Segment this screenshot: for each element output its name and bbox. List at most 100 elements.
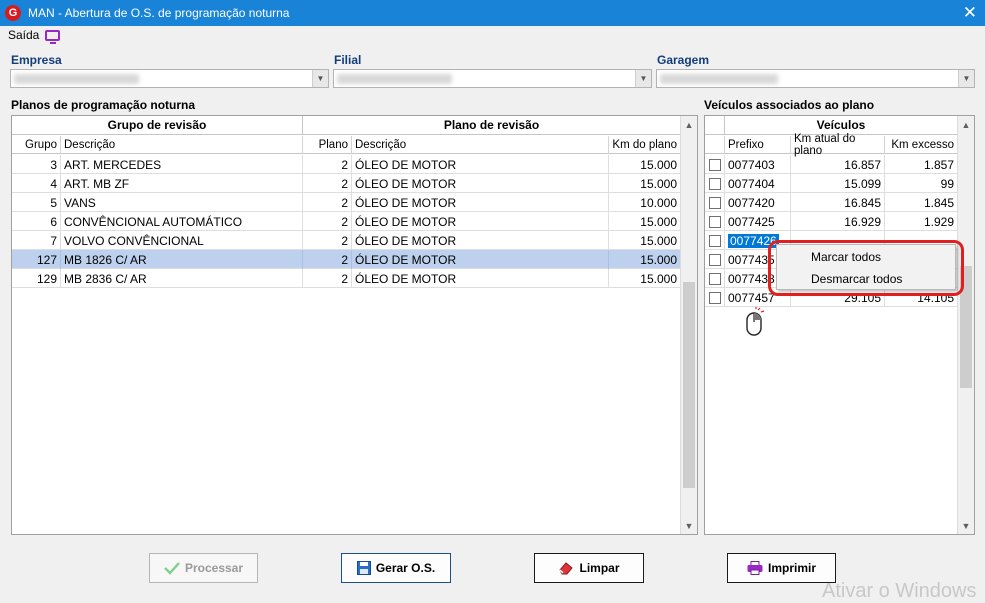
scroll-up-icon[interactable]: ▲: [681, 116, 697, 133]
plans-grid: Grupo de revisão Plano de revisão Grupo …: [11, 115, 698, 535]
table-row[interactable]: 3 ART. MERCEDES 2 ÓLEO DE MOTOR 15.000: [12, 155, 681, 174]
cell-km-excesso: 1.857: [885, 155, 958, 174]
imprimir-button[interactable]: Imprimir: [727, 553, 836, 583]
table-row[interactable]: 5 VANS 2 ÓLEO DE MOTOR 10.000: [12, 193, 681, 212]
cell-checkbox: [705, 250, 725, 269]
col-header-plano-descricao[interactable]: Descrição: [352, 136, 609, 154]
scroll-down-icon[interactable]: ▼: [681, 517, 697, 534]
vehicles-scrollbar[interactable]: ▲ ▼: [957, 116, 974, 534]
table-row[interactable]: 127 MB 1826 C/ AR 2 ÓLEO DE MOTOR 15.000: [12, 250, 681, 269]
chevron-down-icon[interactable]: ▼: [958, 70, 974, 87]
table-row[interactable]: 4 ART. MB ZF 2 ÓLEO DE MOTOR 15.000: [12, 174, 681, 193]
cell-km-plano: 15.000: [609, 231, 681, 250]
limpar-button[interactable]: Limpar: [534, 553, 644, 583]
window-title: MAN - Abertura de O.S. de programação no…: [28, 6, 290, 20]
cell-plano-descricao: ÓLEO DE MOTOR: [352, 269, 609, 288]
monitor-icon[interactable]: [45, 29, 61, 44]
limpar-label: Limpar: [579, 561, 620, 575]
title-bar: G MAN - Abertura de O.S. de programação …: [0, 0, 985, 26]
gerar-os-label: Gerar O.S.: [375, 561, 436, 575]
cell-km-excesso: 1.929: [885, 212, 958, 231]
table-row[interactable]: 0077420 16.845 1.845: [705, 193, 958, 212]
cell-checkbox: [705, 193, 725, 212]
empresa-select[interactable]: ▼: [10, 69, 329, 88]
col-header-prefixo[interactable]: Prefixo: [725, 136, 791, 154]
col-header-km-plano[interactable]: Km do plano: [609, 136, 681, 154]
menu-saida[interactable]: Saída: [8, 28, 39, 42]
filial-value-redacted: [337, 74, 452, 84]
vehicle-checkbox[interactable]: [708, 177, 721, 190]
chevron-down-icon[interactable]: ▼: [635, 70, 651, 87]
table-row[interactable]: 0077404 15.099 99: [705, 174, 958, 193]
vehicle-checkbox[interactable]: [708, 253, 721, 266]
prefixo-value: 0077420: [728, 195, 775, 210]
cell-prefixo: 0077420: [725, 193, 791, 212]
plano-revisao-header: Plano de revisão: [303, 116, 681, 135]
vehicle-checkbox[interactable]: [708, 291, 721, 304]
cell-grupo: 6: [12, 212, 61, 231]
processar-button[interactable]: Processar: [149, 553, 258, 583]
vehicle-checkbox[interactable]: [708, 158, 721, 171]
chevron-down-icon[interactable]: ▼: [312, 70, 328, 87]
filial-select[interactable]: ▼: [333, 69, 652, 88]
col-header-check: [705, 136, 725, 154]
menu-bar: Saída: [0, 26, 985, 44]
cell-km-excesso: 1.845: [885, 193, 958, 212]
garagem-label: Garagem: [657, 53, 710, 67]
prefixo-value: 0077425: [728, 214, 775, 229]
scroll-thumb[interactable]: [683, 282, 695, 488]
close-icon[interactable]: ✕: [963, 3, 977, 23]
processar-label: Processar: [184, 561, 244, 575]
vehicle-checkbox[interactable]: [708, 215, 721, 228]
table-row[interactable]: 129 MB 2836 C/ AR 2 ÓLEO DE MOTOR 15.000: [12, 269, 681, 288]
checkbox-column-header: [705, 116, 725, 135]
app-logo-icon: G: [5, 5, 21, 21]
vehicle-checkbox[interactable]: [708, 196, 721, 209]
vehicle-checkbox[interactable]: [708, 272, 721, 285]
scroll-up-icon[interactable]: ▲: [958, 116, 974, 133]
save-disk-icon: [356, 561, 371, 575]
cell-km-atual: 16.929: [791, 212, 885, 231]
grupo-revisao-header: Grupo de revisão: [12, 116, 303, 135]
gerar-os-button[interactable]: Gerar O.S.: [341, 553, 451, 583]
cell-plano: 2: [303, 155, 352, 174]
cell-descricao: VANS: [61, 193, 303, 212]
table-row[interactable]: 7 VOLVO CONVÊNCIONAL 2 ÓLEO DE MOTOR 15.000: [12, 231, 681, 250]
cell-prefixo: 0077403: [725, 155, 791, 174]
cell-descricao: MB 2836 C/ AR: [61, 269, 303, 288]
cell-checkbox: [705, 288, 725, 307]
prefixo-value: 0077457: [728, 290, 775, 305]
garagem-select[interactable]: ▼: [656, 69, 975, 88]
cell-plano-descricao: ÓLEO DE MOTOR: [352, 231, 609, 250]
cell-grupo: 7: [12, 231, 61, 250]
scroll-down-icon[interactable]: ▼: [958, 517, 974, 534]
cell-grupo: 3: [12, 155, 61, 174]
col-header-grupo[interactable]: Grupo: [12, 136, 61, 154]
vehicles-section-title: Veículos associados ao plano: [704, 98, 875, 112]
cell-grupo: 129: [12, 269, 61, 288]
garagem-value-redacted: [660, 74, 778, 84]
cell-km-atual: 16.857: [791, 155, 885, 174]
cell-plano-descricao: ÓLEO DE MOTOR: [352, 155, 609, 174]
col-header-plano[interactable]: Plano: [303, 136, 352, 154]
cell-plano: 2: [303, 174, 352, 193]
cell-checkbox: [705, 212, 725, 231]
col-header-descricao[interactable]: Descrição: [61, 136, 303, 154]
highlight-annotation: [768, 240, 964, 296]
table-row[interactable]: 0077425 16.929 1.929: [705, 212, 958, 231]
plans-scrollbar[interactable]: ▲ ▼: [680, 116, 697, 534]
cell-km-atual: 15.099: [791, 174, 885, 193]
col-header-km-excesso[interactable]: Km excesso: [885, 136, 958, 154]
cell-km-excesso: 99: [885, 174, 958, 193]
col-header-km-atual[interactable]: Km atual do plano: [791, 133, 885, 157]
cell-descricao: MB 1826 C/ AR: [61, 250, 303, 269]
cell-km-plano: 10.000: [609, 193, 681, 212]
table-row[interactable]: 0077403 16.857 1.857: [705, 155, 958, 174]
cell-plano: 2: [303, 231, 352, 250]
cell-grupo: 5: [12, 193, 61, 212]
table-row[interactable]: 6 CONVÊNCIONAL AUTOMÁTICO 2 ÓLEO DE MOTOR 15…: [12, 212, 681, 231]
cell-km-plano: 15.000: [609, 155, 681, 174]
vehicle-checkbox[interactable]: [708, 234, 721, 247]
cell-km-plano: 15.000: [609, 174, 681, 193]
cell-descricao: ART. MERCEDES: [61, 155, 303, 174]
